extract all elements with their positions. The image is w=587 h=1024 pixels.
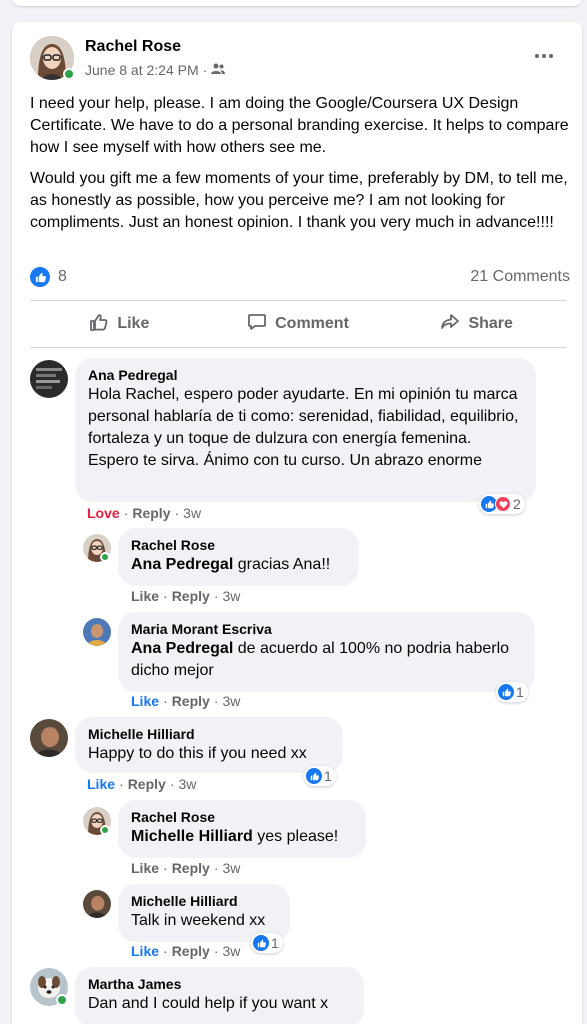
reply-button[interactable]: Reply <box>172 693 210 709</box>
share-arrow-icon <box>440 312 460 337</box>
previous-post-card <box>12 0 582 6</box>
like-button[interactable]: Like <box>30 304 209 344</box>
comment-actions: Like · Reply · 3w <box>87 776 197 792</box>
post-timestamp[interactable]: June 8 at 2:24 PM <box>85 62 199 78</box>
online-status-icon <box>63 68 75 80</box>
mention-tag[interactable]: Ana Pedregal <box>131 640 233 657</box>
like-button[interactable]: Like <box>131 588 159 604</box>
comment-time[interactable]: 3w <box>178 776 196 792</box>
like-button[interactable]: Like <box>131 860 159 876</box>
comment-bubble[interactable]: Rachel Rose Michelle Hilliard yes please… <box>118 800 366 858</box>
reply-button[interactable]: Reply <box>132 505 170 521</box>
share-label: Share <box>468 315 513 332</box>
comment-author[interactable]: Maria Morant Escriva <box>131 620 522 638</box>
reaction-count: 1 <box>324 768 332 784</box>
comment-reaction-badge[interactable]: 1 <box>496 682 528 702</box>
divider-top <box>30 300 566 301</box>
comment-text: Michelle Hilliard yes please! <box>131 828 339 845</box>
comment-actions: Like · Reply · 3w <box>131 693 241 709</box>
heart-reaction-icon <box>495 496 511 512</box>
comment-time[interactable]: 3w <box>222 693 240 709</box>
comment-actions: Like · Reply · 3w <box>131 588 241 604</box>
like-button[interactable]: Like <box>87 776 115 792</box>
commenter-avatar[interactable] <box>83 890 111 918</box>
like-reaction-icon <box>498 684 514 700</box>
comment-bubble[interactable]: Michelle Hilliard Happy to do this if yo… <box>75 717 343 773</box>
reactions-bar: 8 21 Comments <box>30 264 570 290</box>
post-meta: June 8 at 2:24 PM · <box>85 62 226 78</box>
friends-icon[interactable] <box>211 62 226 78</box>
post-author-name[interactable]: Rachel Rose <box>85 38 181 56</box>
reply-button[interactable]: Reply <box>128 776 166 792</box>
comment-author[interactable]: Ana Pedregal <box>88 366 523 384</box>
comment-actions: Like · Reply · 3w <box>131 943 241 959</box>
reaction-count: 8 <box>58 268 67 285</box>
comment-text: Talk in weekend xx <box>131 912 266 929</box>
comment-author[interactable]: Michelle Hilliard <box>131 892 277 910</box>
commenter-avatar[interactable] <box>30 719 68 757</box>
online-status-icon <box>56 994 68 1006</box>
reaction-count: 2 <box>513 496 521 512</box>
post-body: I need your help, please. I am doing the… <box>30 93 570 243</box>
love-button[interactable]: Love <box>87 505 120 521</box>
comment-author[interactable]: Rachel Rose <box>131 536 346 554</box>
comment-bubble[interactable]: Maria Morant Escriva Ana Pedregal de acu… <box>118 612 535 692</box>
comment-bubble[interactable]: Rachel Rose Ana Pedregal gracias Ana!! <box>118 528 359 586</box>
mention-tag[interactable]: Ana Pedregal <box>131 556 233 573</box>
comment-text: Dan and I could help if you want x <box>88 995 329 1012</box>
comment-author[interactable]: Rachel Rose <box>131 808 353 826</box>
commenter-avatar[interactable] <box>83 618 111 646</box>
comment-bubble[interactable]: Martha James Dan and I could help if you… <box>75 967 364 1024</box>
speech-bubble-icon <box>247 312 267 337</box>
post-actions: Like Comment Share <box>30 304 566 344</box>
comment-author[interactable]: Martha James <box>88 975 351 993</box>
comment-actions: Like · Reply · 3w <box>131 860 241 876</box>
comment-label: Comment <box>275 315 349 332</box>
commenter-avatar[interactable] <box>30 360 68 398</box>
comment-bubble[interactable]: Ana Pedregal Hola Rachel, espero poder a… <box>75 358 536 502</box>
comment-text: Happy to do this if you need xx <box>88 745 307 762</box>
like-reaction-icon <box>253 935 269 951</box>
comment-text: Hola Rachel, espero poder ayudarte. En m… <box>88 386 519 469</box>
online-status-icon <box>100 552 110 562</box>
reaction-count: 1 <box>516 684 524 700</box>
comment-button[interactable]: Comment <box>209 304 388 344</box>
comment-time[interactable]: 3w <box>183 505 201 521</box>
like-label: Like <box>117 315 150 332</box>
comment-text: Ana Pedregal de acuerdo al 100% no podri… <box>131 640 510 679</box>
online-status-icon <box>100 825 110 835</box>
comment-author[interactable]: Michelle Hilliard <box>88 725 330 743</box>
like-reaction-icon <box>306 768 322 784</box>
comment-reaction-badge[interactable]: 1 <box>304 766 336 786</box>
reply-button[interactable]: Reply <box>172 943 210 959</box>
like-button[interactable]: Like <box>131 943 159 959</box>
comment-reaction-badge[interactable]: 1 <box>251 933 283 953</box>
reaction-summary[interactable]: 8 <box>30 267 67 287</box>
reaction-count: 1 <box>271 935 279 951</box>
divider-bottom <box>30 347 566 348</box>
like-reaction-icon <box>30 267 50 287</box>
comment-time[interactable]: 3w <box>222 943 240 959</box>
comments-count[interactable]: 21 Comments <box>470 268 570 286</box>
reply-button[interactable]: Reply <box>172 588 210 604</box>
comment-time[interactable]: 3w <box>222 588 240 604</box>
comment-text: Ana Pedregal gracias Ana!! <box>131 556 331 573</box>
comment-time[interactable]: 3w <box>222 860 240 876</box>
post-card: Rachel Rose June 8 at 2:24 PM · I need y… <box>12 22 582 1024</box>
mention-tag[interactable]: Michelle Hilliard <box>131 828 253 845</box>
comment-reaction-badge[interactable]: 2 <box>479 494 525 514</box>
comment-actions: Love · Reply · 3w <box>87 505 202 521</box>
reply-button[interactable]: Reply <box>172 860 210 876</box>
like-button[interactable]: Like <box>131 693 159 709</box>
post-paragraph-1: I need your help, please. I am doing the… <box>30 95 569 156</box>
post-paragraph-2: Would you gift me a few moments of your … <box>30 170 568 231</box>
more-dots-icon[interactable] <box>532 44 556 68</box>
share-button[interactable]: Share <box>387 304 566 344</box>
thumbs-up-icon <box>89 312 109 337</box>
meta-separator: · <box>202 62 208 78</box>
